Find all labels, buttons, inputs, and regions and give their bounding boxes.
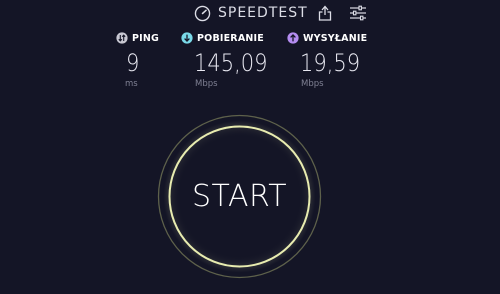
speedometer-icon: [194, 5, 211, 21]
upload-unit: Mbps: [301, 79, 324, 89]
upload-metric: WYSYŁANIE 19,59 Mbps: [287, 31, 368, 89]
download-label: POBIERANIE: [197, 32, 264, 44]
ping-value: 9: [126, 49, 140, 77]
download-value: 145,09: [194, 49, 268, 77]
download-metric: POBIERANIE 145,09 Mbps: [181, 31, 267, 89]
share-icon: [318, 5, 332, 21]
upload-value: 19,59: [300, 49, 361, 77]
ping-label: PING: [132, 32, 160, 44]
ping-metric: PING 9 ms: [116, 31, 160, 89]
ping-icon: [116, 32, 128, 44]
download-unit: Mbps: [195, 79, 218, 89]
start-button[interactable]: [170, 127, 309, 266]
upload-label: WYSYŁANIE: [303, 32, 368, 44]
start-button-area: START: [157, 114, 322, 279]
ping-unit: ms: [125, 79, 138, 89]
upload-arrow-icon: [287, 32, 299, 44]
settings-button[interactable]: [349, 4, 367, 22]
settings-sliders-icon: [350, 5, 366, 21]
brand-name: SPEEDTEST: [218, 5, 308, 21]
speedtest-logo: SPEEDTEST: [194, 4, 308, 22]
download-arrow-icon: [181, 32, 193, 44]
app-header: SPEEDTEST: [0, 0, 500, 26]
share-button[interactable]: [316, 4, 334, 22]
